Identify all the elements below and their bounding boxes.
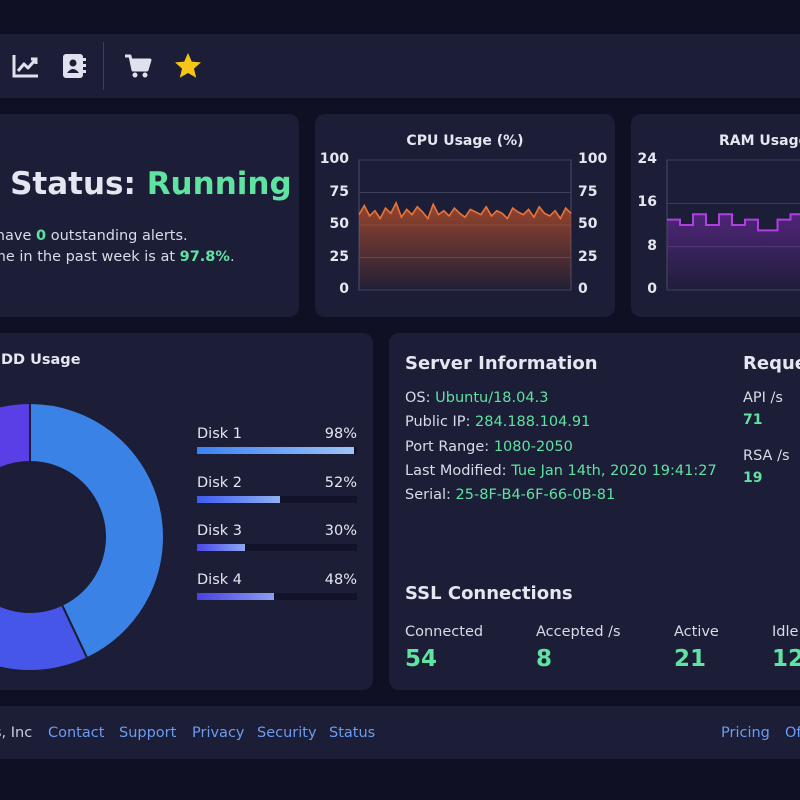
status-value: Running xyxy=(146,166,292,202)
disk-progress-fill xyxy=(197,592,274,600)
ssl-stat-label: Accepted /s xyxy=(536,624,621,640)
uptime-value: 97.8% xyxy=(179,249,230,265)
ssl-stat-value: 12 xyxy=(772,646,800,672)
footer-link-security[interactable]: Security xyxy=(257,725,317,741)
footer-link-support[interactable]: Support xyxy=(119,725,176,741)
server-info-value: 25-8F-B4-6F-66-0B-81 xyxy=(455,487,616,504)
server-info-value: Tue Jan 14th, 2020 19:41:27 xyxy=(511,462,717,479)
disk-label: Disk 1 xyxy=(197,426,242,442)
hdd-usage-card: DD Usage Disk 1 98% Disk 2 52% Disk 3 30% Disk… xyxy=(0,333,373,690)
server-info-row: Last Modified: Tue Jan 14th, 2020 19:41:… xyxy=(405,463,717,479)
server-info-label: Last Modified: xyxy=(405,462,512,479)
disk-progress-fill xyxy=(197,447,354,454)
disk-progress-bar xyxy=(197,592,357,600)
address-book-icon[interactable] xyxy=(59,51,89,81)
footer-link-contact[interactable]: Contact xyxy=(48,725,104,741)
disk-label: Disk 4 xyxy=(197,571,242,588)
request-value: 71 xyxy=(743,412,763,428)
ram-usage-card: RAM Usage 24 16 8 0 xyxy=(631,114,800,317)
footer-link-pricing[interactable]: Pricing xyxy=(721,725,770,741)
server-info-value: Ubuntu/18.04.3 xyxy=(435,390,549,406)
disk-progress-fill xyxy=(197,544,245,551)
server-info-row: Serial: 25-8F-B4-6F-66-0B-81 xyxy=(405,487,615,503)
server-info-value: 1080-2050 xyxy=(493,438,573,455)
star-icon[interactable] xyxy=(173,51,203,81)
cart-icon[interactable] xyxy=(123,51,153,81)
server-info-title: Server Information xyxy=(405,353,598,374)
server-info-label: OS: xyxy=(405,390,436,406)
server-info-row: OS: Ubuntu/18.04.3 xyxy=(405,390,548,406)
disk-percent: 48% xyxy=(324,571,357,588)
ssl-stat-value: 21 xyxy=(674,646,707,672)
ssl-stat-value: 8 xyxy=(536,646,553,672)
uptime-text: time in the past week is at 97.8%. xyxy=(0,249,235,265)
status-heading: r Status: Running xyxy=(0,166,292,202)
ssl-stat-value: 54 xyxy=(405,646,438,672)
request-label: API /s xyxy=(743,390,783,406)
disk-progress-bar xyxy=(197,447,357,454)
disk-progress-bar xyxy=(197,495,357,503)
server-info-value: 284.188.104.91 xyxy=(475,414,591,431)
request-label: RSA /s xyxy=(743,448,790,464)
ram-chart xyxy=(666,159,800,291)
disk-percent: 30% xyxy=(324,523,357,539)
requests-title: Reque xyxy=(743,353,800,374)
disk-label: Disk 2 xyxy=(197,474,242,491)
ssl-title: SSL Connections xyxy=(405,583,573,604)
server-info-label: Port Range: xyxy=(405,438,494,455)
request-value: 19 xyxy=(743,470,763,486)
top-toolbar xyxy=(0,34,800,98)
ssl-stat-label: Connected xyxy=(405,624,484,640)
disk-progress-bar xyxy=(197,544,357,551)
alerts-count: 0 xyxy=(36,228,47,244)
server-info-row: Port Range: 1080-2050 xyxy=(405,439,573,455)
disk-label: Disk 3 xyxy=(197,523,242,539)
cpu-usage-card: CPU Usage (%) 100 75 50 25 0 100 75 50 25 0 xyxy=(315,114,615,317)
server-info-label: Serial: xyxy=(405,487,456,504)
disk-percent: 98% xyxy=(324,426,357,442)
disk-progress-fill xyxy=(197,495,281,503)
footer-link-privacy[interactable]: Privacy xyxy=(192,725,245,741)
footer-link-of[interactable]: Of xyxy=(785,725,800,741)
alerts-text: u have 0 outstanding alerts. xyxy=(0,228,188,244)
disk-percent: 52% xyxy=(324,474,357,491)
server-info-card: Server Information OS: Ubuntu/18.04.3 Pub… xyxy=(389,333,800,690)
ssl-stat-label: Active xyxy=(674,624,719,640)
server-info-row: Public IP: 284.188.104.91 xyxy=(405,414,590,430)
donut-slice xyxy=(0,401,31,470)
chart-line-icon[interactable] xyxy=(11,51,41,81)
server-status-card: r Status: Running u have 0 outstanding a… xyxy=(0,114,299,317)
toolbar-divider xyxy=(103,42,104,90)
footer-company: s, Inc xyxy=(0,725,33,741)
footer-link-status[interactable]: Status xyxy=(329,725,375,741)
cpu-chart xyxy=(358,159,572,291)
ssl-stat-label: Idle xyxy=(772,624,799,640)
server-info-label: Public IP: xyxy=(405,414,476,431)
hdd-donut-chart xyxy=(0,401,165,672)
footer: s, Inc Contact Support Privacy Security … xyxy=(0,706,800,759)
